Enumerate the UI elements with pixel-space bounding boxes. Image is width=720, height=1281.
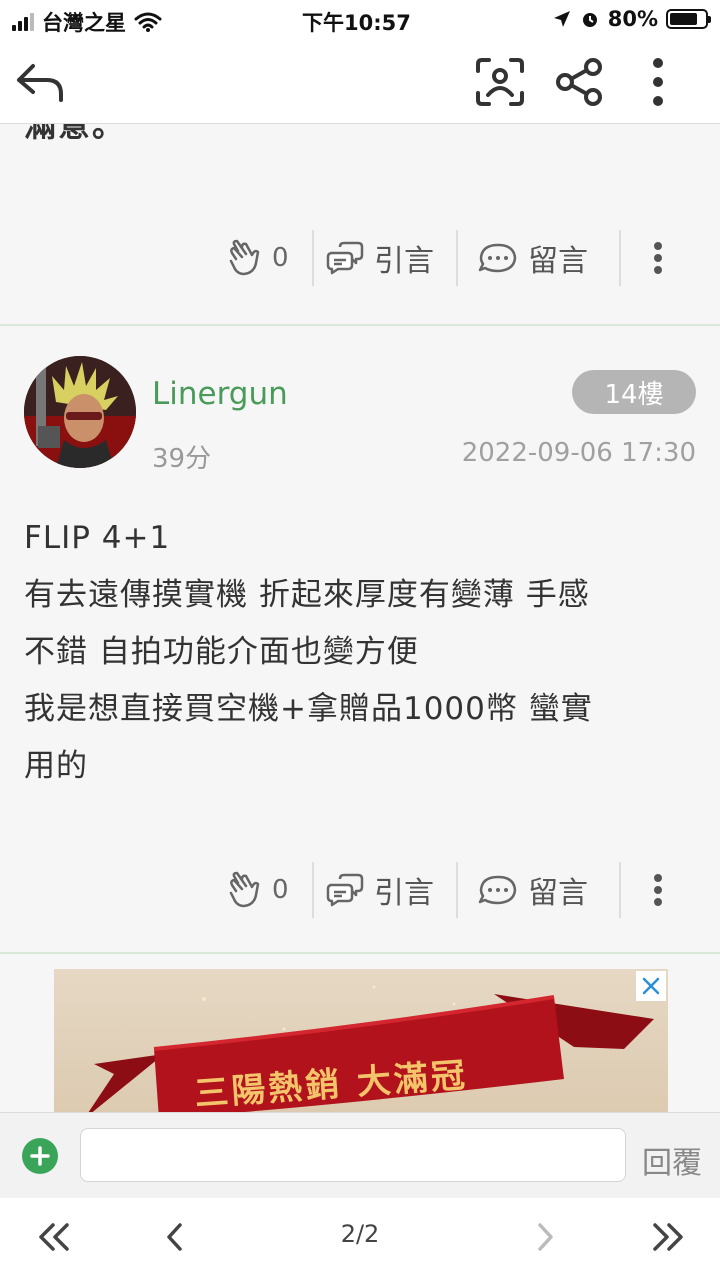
ad-close-button[interactable] <box>636 971 666 1001</box>
post-line: 不錯 自拍功能介面也變方便 <box>24 634 419 670</box>
post-more-button[interactable] <box>648 228 668 288</box>
last-page-button[interactable] <box>648 1212 688 1262</box>
post-actions: 0 引言 留言 <box>0 860 720 920</box>
comment-bubble-icon <box>478 243 517 273</box>
like-count: 0 <box>272 243 289 273</box>
floor-badge: 14樓 <box>572 370 696 414</box>
scan-face-icon <box>476 58 524 106</box>
like-button[interactable]: 0 <box>228 228 289 288</box>
reply-button[interactable]: 回覆 <box>642 1138 702 1182</box>
divider <box>456 230 458 286</box>
battery-percent: 80% <box>607 7 658 31</box>
page-indicator: 2/2 <box>340 1220 380 1248</box>
reply-bar: 回覆 <box>0 1112 720 1198</box>
comment-label: 留言 <box>528 876 588 911</box>
like-button[interactable]: 0 <box>228 860 289 920</box>
share-icon <box>556 58 602 106</box>
location-icon <box>553 11 570 27</box>
status-right: 80% <box>552 7 711 31</box>
prev-page-button[interactable] <box>160 1212 190 1262</box>
quote-bubble-icon <box>326 241 364 275</box>
post-14: Linergun 39分 14樓 2022-09-06 17:30 FLIP 4… <box>0 328 720 954</box>
wifi-icon <box>134 12 162 32</box>
quote-label: 引言 <box>374 244 434 279</box>
post-body: FLIP 4+1 有去遠傳摸實機 折起來厚度有變薄 手感 不錯 自拍功能介面也變… <box>24 510 696 795</box>
double-chevron-right-icon <box>653 1223 683 1251</box>
username[interactable]: Linergun <box>152 376 288 412</box>
battery-icon <box>666 9 711 29</box>
clap-icon <box>229 871 260 908</box>
divider <box>312 862 314 918</box>
comment-button[interactable]: 留言 <box>478 860 588 920</box>
previous-post: 滿意。 0 引言 留言 <box>0 124 720 326</box>
comment-button[interactable]: 留言 <box>478 228 588 288</box>
post-date: 2022-09-06 17:30 <box>461 438 696 468</box>
quote-bubble-icon <box>326 873 364 907</box>
previous-post-actions: 0 引言 留言 <box>0 228 720 288</box>
clock: 下午10:57 <box>302 11 411 35</box>
comment-bubble-icon <box>478 875 517 905</box>
previous-post-text: 滿意。 <box>24 124 127 144</box>
battery-fill <box>670 13 698 25</box>
divider <box>312 230 314 286</box>
avatar-image <box>24 356 136 468</box>
share-button[interactable] <box>552 54 608 110</box>
chevron-left-icon <box>167 1223 182 1251</box>
next-page-button[interactable] <box>530 1212 560 1262</box>
ad-banner[interactable]: 三陽熱銷 大滿冠 <box>54 969 668 1112</box>
close-icon <box>642 977 660 995</box>
add-attachment-button[interactable] <box>22 1138 58 1174</box>
status-bar: 台灣之星 下午10:57 80% <box>0 0 720 40</box>
more-vertical-icon <box>653 58 663 106</box>
more-button[interactable] <box>630 54 686 110</box>
divider <box>619 862 621 918</box>
back-arrow-icon <box>17 64 63 102</box>
comment-label: 留言 <box>528 244 588 279</box>
signal-icon <box>12 13 34 31</box>
like-count: 0 <box>272 875 289 905</box>
post-more-button[interactable] <box>648 860 668 920</box>
back-button[interactable] <box>12 54 68 110</box>
chevron-right-icon <box>538 1223 553 1251</box>
more-vertical-icon <box>654 242 662 274</box>
scan-button[interactable] <box>472 54 528 110</box>
top-nav-bar <box>0 40 720 124</box>
status-left: 台灣之星 <box>12 7 162 37</box>
user-score: 39分 <box>152 444 212 474</box>
post-line: FLIP 4+1 <box>24 520 171 556</box>
divider <box>619 230 621 286</box>
quote-label: 引言 <box>374 876 434 911</box>
post-line: 用的 <box>24 748 88 784</box>
first-page-button[interactable] <box>34 1212 74 1262</box>
double-chevron-left-icon <box>39 1223 69 1251</box>
more-vertical-icon <box>654 874 662 906</box>
pagination-bar: 2/2 <box>0 1198 720 1281</box>
divider <box>456 862 458 918</box>
reply-input[interactable] <box>80 1128 626 1182</box>
post-line: 我是想直接買空機+拿贈品1000幣 蠻實 <box>24 691 593 727</box>
quote-button[interactable]: 引言 <box>326 228 434 288</box>
carrier-name: 台灣之星 <box>42 11 126 35</box>
alarm-icon <box>582 13 597 27</box>
thread-content: 滿意。 0 引言 留言 Linergun 39分 14樓 2022-09-06 … <box>0 124 720 1112</box>
post-line: 有去遠傳摸實機 折起來厚度有變薄 手感 <box>24 577 590 613</box>
quote-button[interactable]: 引言 <box>326 860 434 920</box>
avatar[interactable] <box>24 356 136 468</box>
clap-icon <box>229 239 260 276</box>
plus-icon <box>30 1146 50 1166</box>
